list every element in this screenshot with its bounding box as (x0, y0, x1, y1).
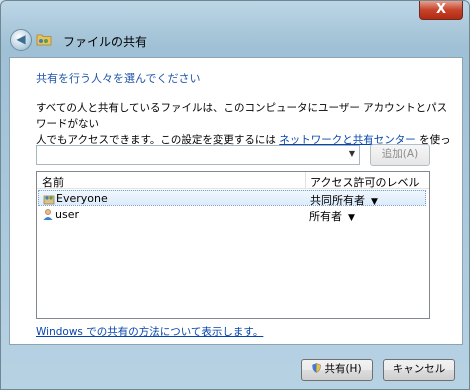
row-user-name: Everyone (56, 192, 108, 205)
row-user-name: user (55, 208, 79, 221)
permission-dropdown[interactable]: 所有者 ▼ (309, 208, 355, 224)
add-button[interactable]: 追加(A) (370, 144, 430, 166)
cancel-button[interactable]: キャンセル (383, 359, 455, 381)
content-panel: 共有を行う人々を選んでください すべての人と共有しているファイルは、このコンピュ… (9, 57, 463, 345)
column-divider (305, 172, 306, 188)
chevron-down-icon[interactable]: ▼ (349, 149, 355, 158)
chevron-down-icon[interactable]: ▼ (371, 197, 378, 207)
dialog-window: X ◀ ファイルの共有 共有を行う人々を選んでください すべての人と共有している… (0, 0, 470, 390)
folder-share-icon (36, 34, 52, 46)
column-header-permission[interactable]: アクセス許可のレベル (310, 174, 419, 190)
permission-dropdown[interactable]: 共同所有者 ▼ (310, 192, 378, 208)
window-title: ファイルの共有 (63, 35, 148, 49)
back-arrow-icon: ◀ (16, 32, 26, 46)
chevron-down-icon[interactable]: ▼ (348, 213, 355, 223)
user-icon (43, 209, 53, 220)
share-button[interactable]: 共有(H) (301, 359, 373, 381)
user-group-icon (43, 195, 55, 205)
share-button-label: 共有(H) (324, 363, 362, 375)
list-row-everyone[interactable]: Everyone 共同所有者 ▼ (38, 190, 426, 208)
close-button[interactable]: X (419, 1, 463, 20)
uac-shield-icon (312, 363, 322, 373)
permission-value: 共同所有者 (310, 194, 365, 207)
title-bar: X ◀ ファイルの共有 (1, 1, 469, 57)
description-line-1: すべての人と共有しているファイルは、このコンピュータにユーザー アカウントとパス… (36, 102, 448, 130)
page-heading: 共有を行う人々を選んでください (36, 72, 201, 85)
permission-value: 所有者 (309, 210, 342, 223)
column-header-name[interactable]: 名前 (42, 174, 64, 190)
user-combo-box[interactable]: ▼ (36, 145, 360, 165)
list-header: 名前 アクセス許可のレベル (37, 172, 429, 189)
help-link[interactable]: Windows での共有の方法について表示します。 (36, 324, 263, 339)
share-list: 名前 アクセス許可のレベル Everyone 共同所有者 ▼ user 所有者 … (36, 171, 430, 319)
back-button[interactable]: ◀ (10, 29, 32, 51)
list-row-user[interactable]: user 所有者 ▼ (38, 207, 426, 223)
